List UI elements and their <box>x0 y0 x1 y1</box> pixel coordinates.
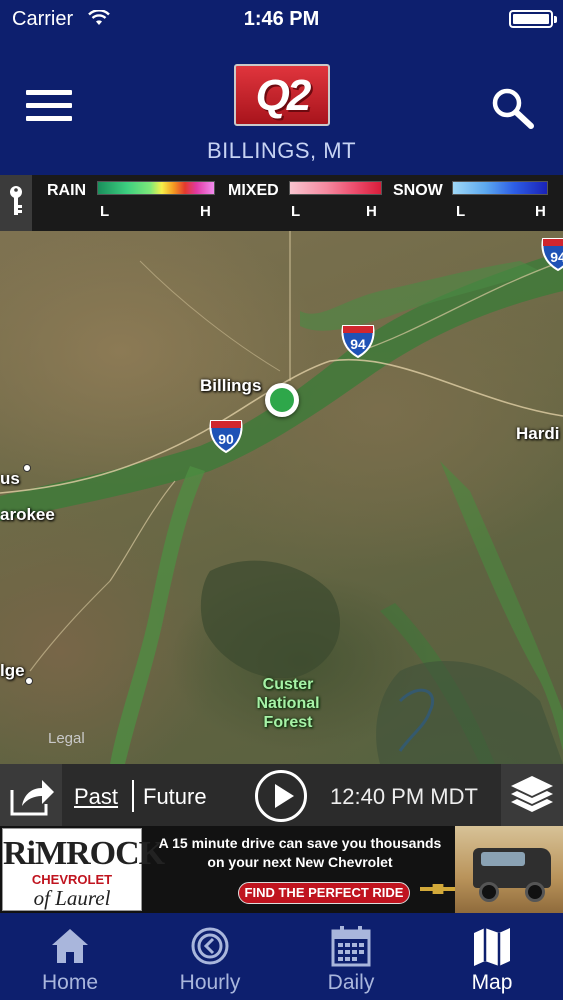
rain-gradient <box>97 181 215 195</box>
status-bar: Carrier 1:46 PM <box>0 0 563 38</box>
map-label-hardin: Hardi <box>516 424 560 443</box>
app-header: Q2 BILLINGS, MT <box>0 38 563 175</box>
tab-label: Home <box>41 971 99 994</box>
clock-icon <box>191 927 229 965</box>
town-dot <box>23 464 31 472</box>
battery-icon <box>509 10 557 28</box>
menu-bar <box>26 90 72 95</box>
shield-number: 94 <box>350 336 366 352</box>
dealer-name: RiMROCK <box>3 835 165 872</box>
dealer-logo: RiMROCK CHEVROLET of Laurel <box>2 828 165 911</box>
interstate-shield-i90: 90 <box>208 418 244 454</box>
tab-map[interactable]: Map <box>422 913 562 1000</box>
ad-headline-line: A 15 minute drive can save you thousands <box>158 835 442 851</box>
shield-number: 90 <box>218 431 234 447</box>
precip-legend: RAIN L H MIXED L H SNOW L H <box>0 175 563 231</box>
map-label-town: lge <box>0 661 25 680</box>
radar-playback-bar: Past Future 12:40 PM MDT <box>0 764 563 826</box>
map-icon <box>474 928 510 966</box>
play-button[interactable] <box>255 770 307 822</box>
rain-high-label: H <box>200 203 211 220</box>
map-label-billings: Billings <box>200 376 262 395</box>
current-location-marker[interactable] <box>265 383 299 417</box>
key-icon <box>10 186 22 215</box>
legal-link[interactable]: Legal <box>48 730 85 747</box>
menu-bar <box>26 116 72 121</box>
search-icon[interactable] <box>489 86 537 130</box>
chevrolet-bowtie-icon <box>420 884 456 894</box>
menu-bar <box>26 103 72 108</box>
share-icon <box>10 780 54 816</box>
layers-icon <box>511 776 553 812</box>
logo-text: Q2 <box>255 71 312 120</box>
toggle-divider <box>132 780 134 812</box>
ad-headline: A 15 minute drive can save you thousands… <box>155 834 445 872</box>
shield-number: 94 <box>550 249 563 265</box>
share-button[interactable] <box>0 764 62 826</box>
tab-daily[interactable]: Daily <box>281 913 421 1000</box>
location-title[interactable]: BILLINGS, MT <box>0 138 563 164</box>
bottom-tab-bar: Home Hourly Daily Map <box>0 913 563 1000</box>
layers-button[interactable] <box>501 764 563 826</box>
snow-high-label: H <box>535 203 546 220</box>
forest-label-line: National <box>256 695 320 712</box>
tab-label: Daily <box>327 971 375 994</box>
dealer-town: of Laurel <box>33 886 111 910</box>
mixed-high-label: H <box>366 203 377 220</box>
forest-label-line: Forest <box>263 714 313 731</box>
tab-hourly[interactable]: Hourly <box>140 913 280 1000</box>
tab-label: Hourly <box>179 971 241 994</box>
truck-window <box>481 852 525 866</box>
ad-cta-button[interactable]: FIND THE PERFECT RIDE <box>238 882 410 904</box>
home-icon <box>52 929 88 963</box>
dealer-make: CHEVROLET <box>31 872 113 887</box>
ad-headline-line: on your next New Chevrolet <box>207 854 393 870</box>
q2-logo: Q2 <box>234 64 330 126</box>
map-label-absarokee: arokee <box>0 505 55 524</box>
interstate-shield-i94: 94 <box>340 323 376 359</box>
rain-label: RAIN <box>47 182 87 199</box>
ad-banner[interactable]: RiMROCK CHEVROLET of Laurel A 15 minute … <box>0 826 563 913</box>
mixed-label: MIXED <box>228 182 279 199</box>
tab-home[interactable]: Home <box>0 913 140 1000</box>
truck-image <box>455 826 563 913</box>
map-label-columbus: us <box>0 469 20 488</box>
snow-low-label: L <box>456 203 466 220</box>
mixed-gradient <box>289 181 382 195</box>
mixed-low-label: L <box>291 203 301 220</box>
truck-wheel <box>479 882 499 902</box>
town-dot <box>25 677 33 685</box>
truck-wheel <box>525 882 545 902</box>
status-time: 1:46 PM <box>243 8 320 30</box>
snow-label: SNOW <box>393 182 443 199</box>
radar-time: 12:40 PM MDT <box>330 784 478 809</box>
menu-button[interactable] <box>26 90 72 124</box>
legend-key-button[interactable] <box>0 175 32 231</box>
map-label-custer-forest: Custer National Forest <box>246 675 330 732</box>
calendar-icon <box>331 926 371 967</box>
rain-low-label: L <box>100 203 110 220</box>
past-toggle[interactable]: Past <box>74 784 118 810</box>
future-toggle[interactable]: Future <box>143 784 207 810</box>
interstate-shield-i94: 94 <box>540 236 563 272</box>
tab-label: Map <box>471 971 513 994</box>
forest-label-line: Custer <box>262 676 314 693</box>
snow-gradient <box>452 181 548 195</box>
radar-map[interactable]: 94 94 90 Billings Hardi us arokee lge Cu… <box>0 231 563 764</box>
